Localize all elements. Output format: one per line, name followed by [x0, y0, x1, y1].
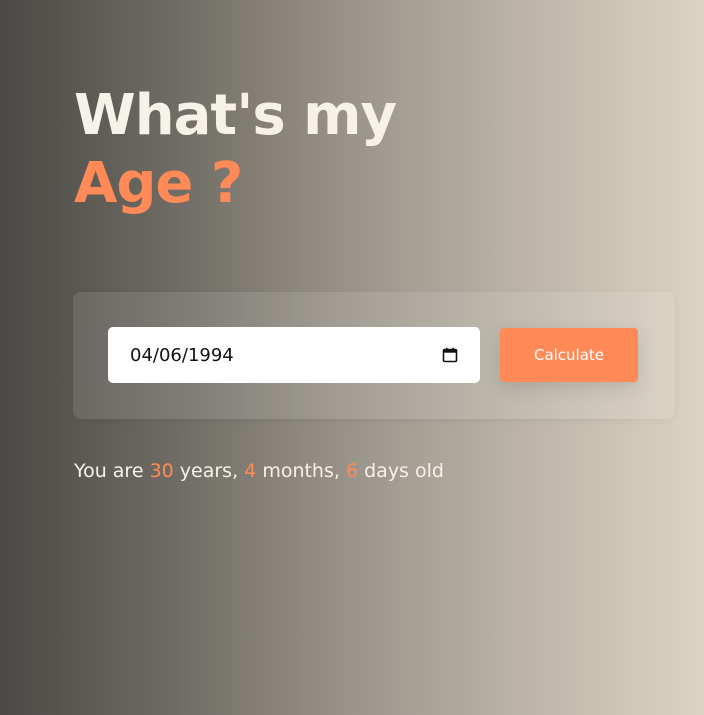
title-line-age: Age ?: [74, 151, 243, 216]
result-days-label: days old: [364, 460, 444, 482]
result-months-label: months,: [262, 460, 340, 482]
title-line-whats-my: What's my: [74, 83, 397, 148]
result-days: 6: [345, 460, 359, 482]
calculate-button[interactable]: Calculate: [500, 328, 638, 382]
birthdate-value: 04/06/1994: [130, 344, 234, 366]
result-months: 4: [244, 460, 257, 482]
calendar-icon[interactable]: [442, 347, 458, 363]
age-form-panel: 04/06/1994 Calculate: [73, 292, 675, 419]
result-years-label: years,: [179, 460, 239, 482]
result-prefix: You are: [74, 460, 144, 482]
age-result: You are 30 years, 4 months, 6 days old: [74, 460, 444, 482]
birthdate-input[interactable]: 04/06/1994: [108, 327, 480, 383]
page-title: What's my Age ?: [74, 83, 397, 216]
result-years: 30: [149, 460, 174, 482]
